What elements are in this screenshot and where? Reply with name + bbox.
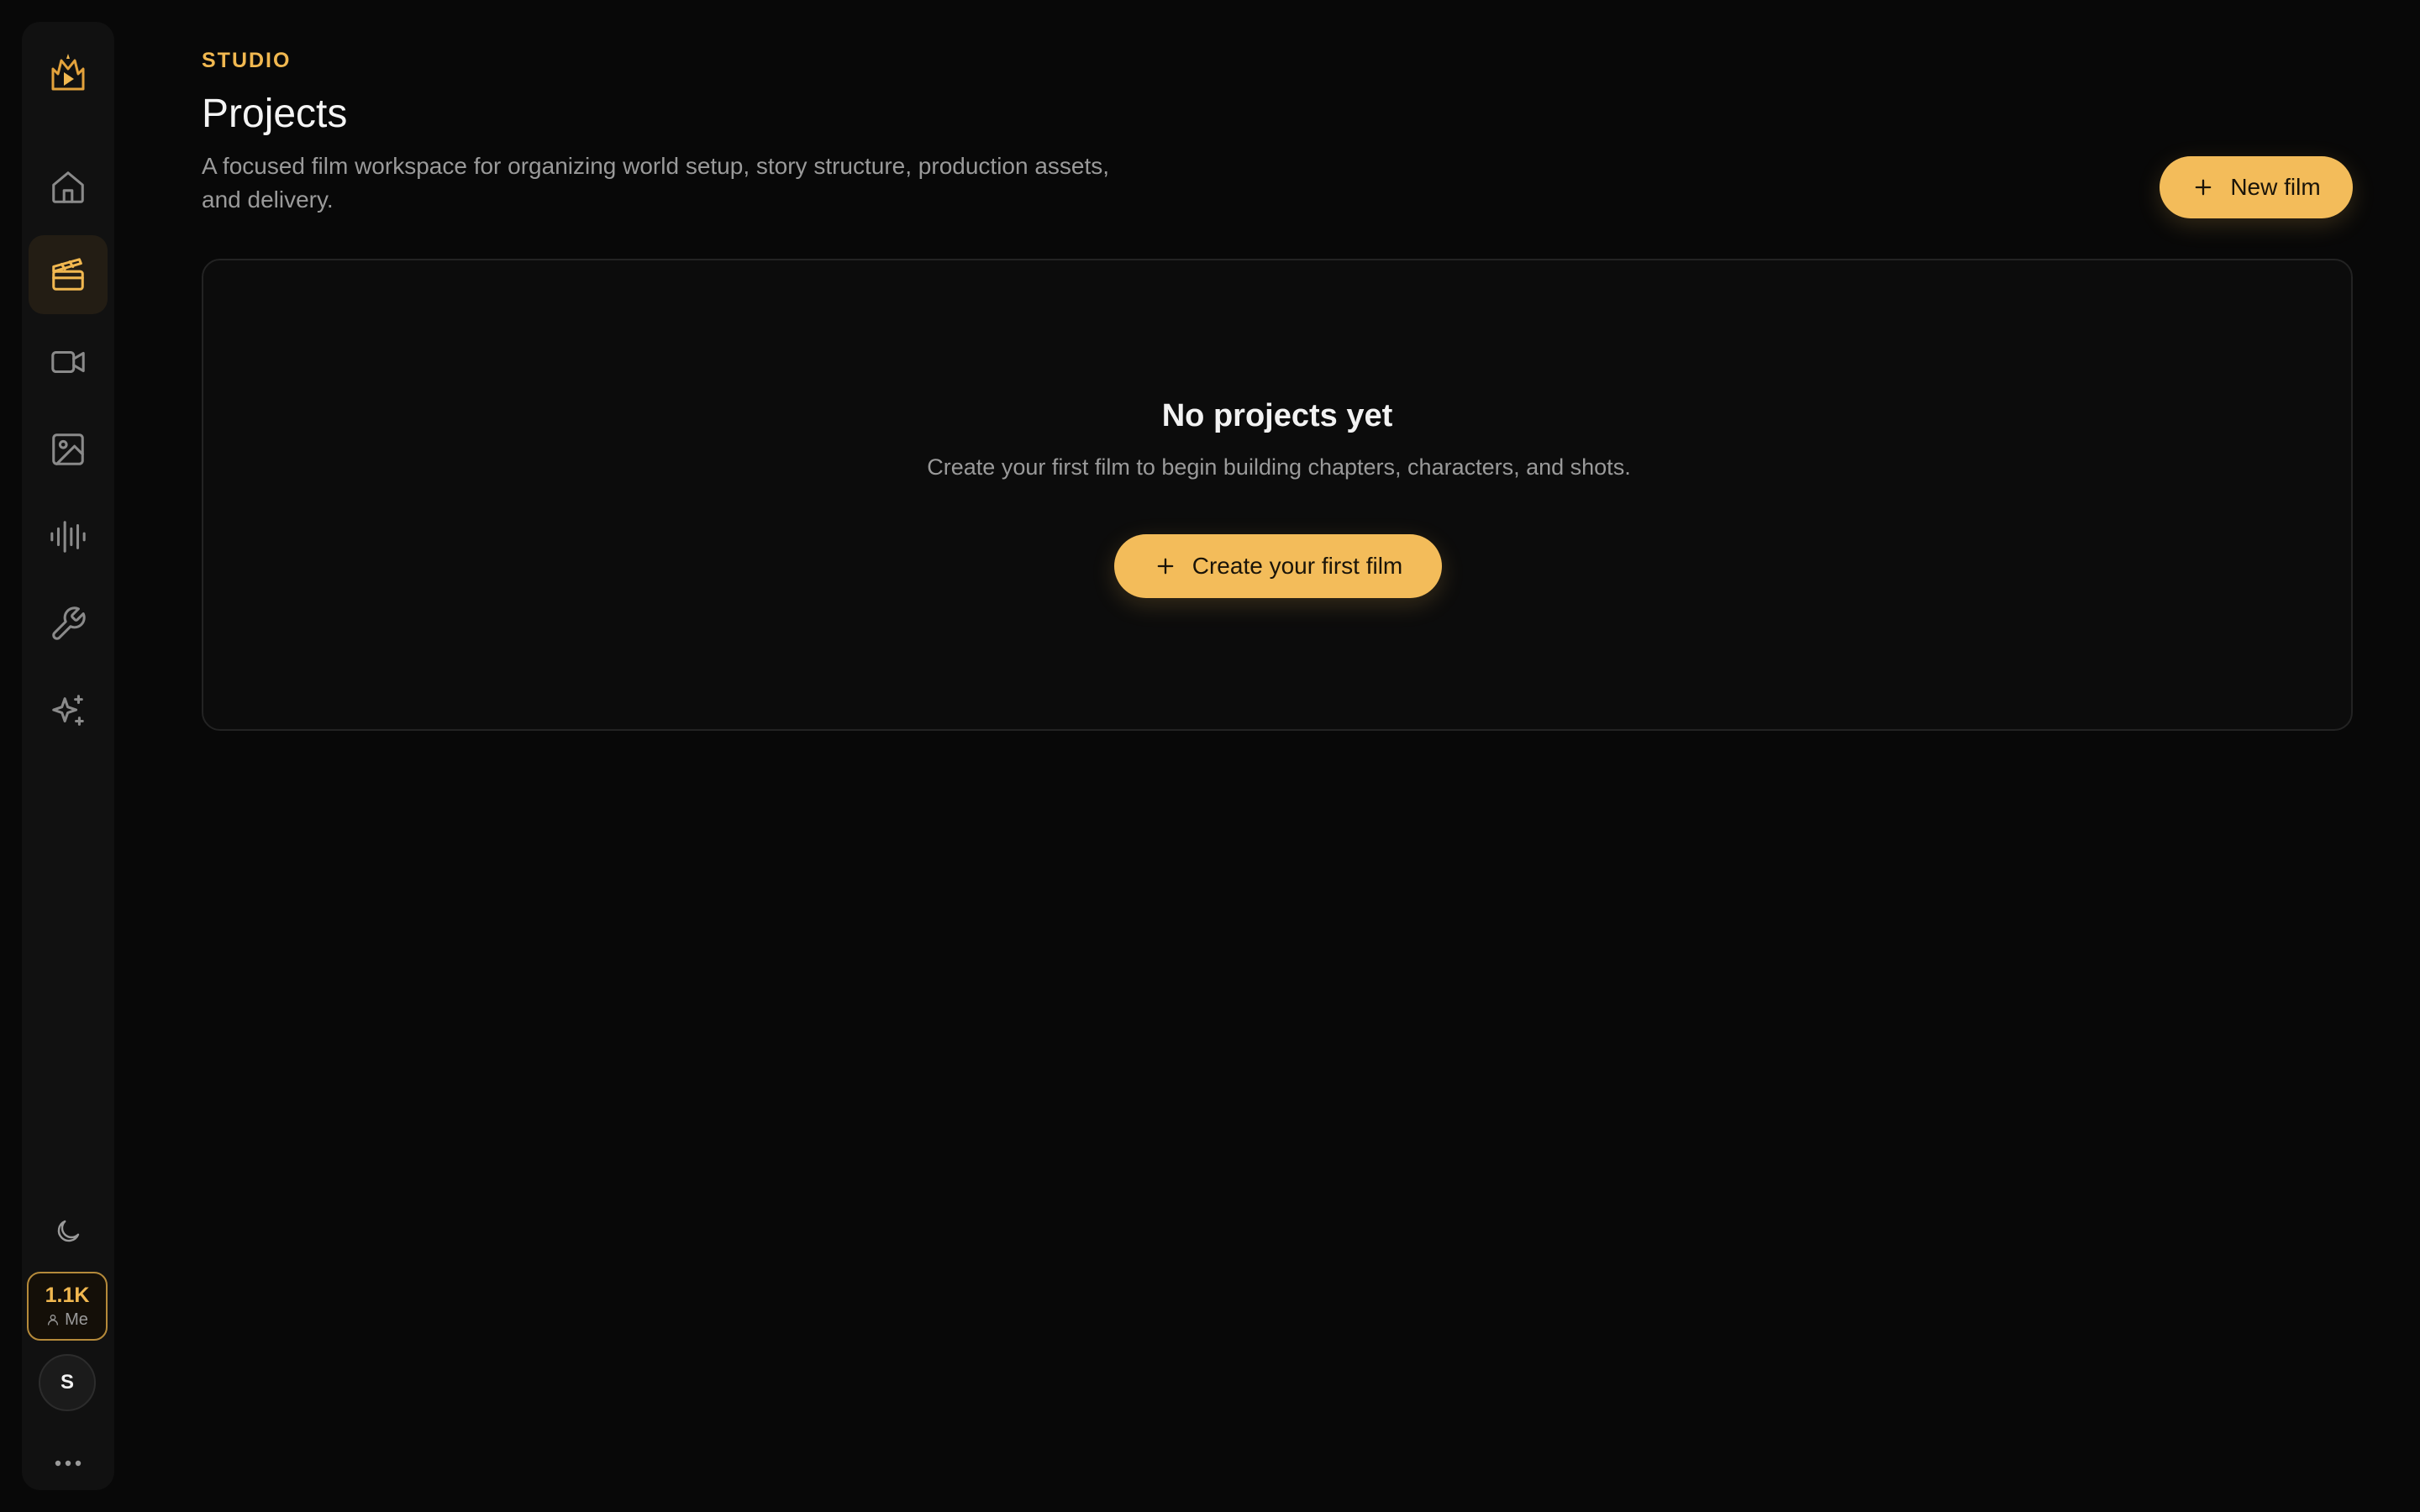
sidebar-item-projects[interactable] [29, 235, 108, 314]
plus-icon [2195, 179, 2212, 196]
create-first-film-button[interactable]: Create your first film [1114, 534, 1442, 598]
user-icon [48, 1315, 59, 1326]
new-film-button[interactable]: New film [2160, 156, 2353, 218]
sidebar: 1.1K Me S [22, 22, 114, 1490]
clapperboard-icon [52, 258, 84, 291]
moon-icon [57, 1220, 80, 1242]
audio-waveform-icon [50, 521, 86, 553]
empty-state-title: No projects yet [1161, 398, 1393, 433]
more-options[interactable] [47, 1453, 89, 1473]
sidebar-item-tools[interactable] [29, 585, 108, 664]
theme-toggle[interactable] [47, 1210, 89, 1252]
sidebar-item-home[interactable] [29, 148, 108, 227]
create-first-film-button-label: Create your first film [1192, 553, 1403, 579]
sidebar-item-images[interactable] [29, 410, 108, 489]
user-avatar[interactable]: S [39, 1354, 96, 1411]
page-subtitle: A focused film workspace for organizing … [202, 153, 1110, 213]
image-icon [52, 433, 84, 465]
more-horizontal-icon [55, 1460, 82, 1467]
sidebar-item-audio[interactable] [29, 497, 108, 576]
wrench-icon [52, 606, 86, 640]
app-logo[interactable] [43, 47, 93, 97]
video-camera-icon [51, 350, 85, 374]
plus-icon [1157, 558, 1174, 575]
section-eyebrow: STUDIO [202, 49, 292, 72]
sparkles-icon [52, 695, 84, 726]
credits-amount: 1.1K [45, 1284, 90, 1307]
sidebar-item-video[interactable] [29, 323, 108, 402]
page-title: Projects [202, 92, 348, 136]
credits-badge[interactable]: 1.1K Me [27, 1272, 108, 1341]
empty-state-description: Create your first film to begin building… [927, 454, 1631, 480]
new-film-button-label: New film [2230, 174, 2321, 200]
empty-state-panel: No projects yet Create your first film t… [202, 259, 2353, 731]
sidebar-item-ai[interactable] [29, 672, 108, 751]
credits-owner-label: Me [65, 1310, 88, 1329]
home-icon [52, 171, 84, 203]
credits-owner: Me [46, 1310, 88, 1329]
logo-icon [51, 54, 85, 91]
